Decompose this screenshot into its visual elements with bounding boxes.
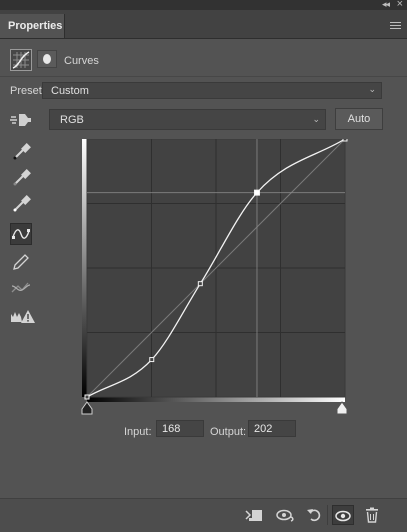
chevron-down-icon: ⌄: [312, 114, 320, 124]
panel-menu-icon[interactable]: [390, 22, 401, 30]
clip-to-layer-icon[interactable]: [244, 505, 264, 525]
white-input-slider[interactable]: [336, 401, 348, 415]
output-label: Output:: [210, 426, 247, 438]
on-image-adjustment-tool-icon[interactable]: [10, 112, 32, 128]
curve-point[interactable]: [84, 394, 90, 400]
white-point-eyedropper-icon[interactable]: [10, 193, 32, 215]
curve-point[interactable]: [342, 139, 348, 142]
preset-value: Custom: [51, 85, 89, 97]
collapse-panels-icon[interactable]: ◂◂: [382, 0, 390, 10]
curve-point-selected[interactable]: [253, 189, 260, 196]
panel-tab-bar: Properties: [0, 10, 407, 39]
curve-point[interactable]: [149, 357, 155, 363]
edit-points-curve-icon[interactable]: [10, 223, 32, 245]
delete-trash-icon[interactable]: [362, 505, 382, 525]
layer-mask-icon[interactable]: [37, 50, 57, 68]
channel-value: RGB: [60, 114, 84, 126]
input-field[interactable]: 168: [156, 420, 204, 437]
tab-properties[interactable]: Properties: [0, 14, 65, 38]
adjustment-title: Curves: [64, 55, 99, 67]
preset-label: Preset:: [10, 85, 45, 97]
properties-header: Curves: [0, 44, 407, 77]
toggle-layer-visibility-icon[interactable]: [332, 505, 354, 525]
channel-dropdown[interactable]: RGB ⌄: [49, 109, 326, 130]
chevron-down-icon: ⌄: [368, 84, 376, 94]
pencil-draw-icon[interactable]: [10, 251, 32, 273]
gray-point-eyedropper-icon[interactable]: [10, 167, 32, 189]
smooth-curve-icon[interactable]: [10, 277, 32, 299]
clipping-warning-icon[interactable]: [10, 305, 36, 327]
properties-footer: [0, 498, 407, 532]
reset-to-defaults-icon[interactable]: [305, 505, 325, 525]
curves-adjustment-icon[interactable]: [10, 49, 32, 71]
output-field[interactable]: 202: [248, 420, 296, 437]
curves-graph[interactable]: [80, 139, 350, 415]
auto-button[interactable]: Auto: [335, 108, 383, 130]
output-gradient-bar: [82, 139, 87, 397]
input-gradient-bar: [87, 397, 345, 402]
input-label: Input:: [124, 426, 152, 438]
tab-properties-label: Properties: [8, 20, 63, 32]
close-panel-icon[interactable]: ×: [397, 0, 403, 10]
preset-dropdown[interactable]: Custom ⌄: [42, 82, 382, 99]
curve-point[interactable]: [197, 281, 203, 287]
black-point-eyedropper-icon[interactable]: [10, 141, 32, 163]
black-input-slider[interactable]: [81, 401, 93, 415]
panel-dock-strip: ◂◂ ×: [0, 0, 407, 10]
view-previous-state-icon[interactable]: [275, 505, 295, 525]
